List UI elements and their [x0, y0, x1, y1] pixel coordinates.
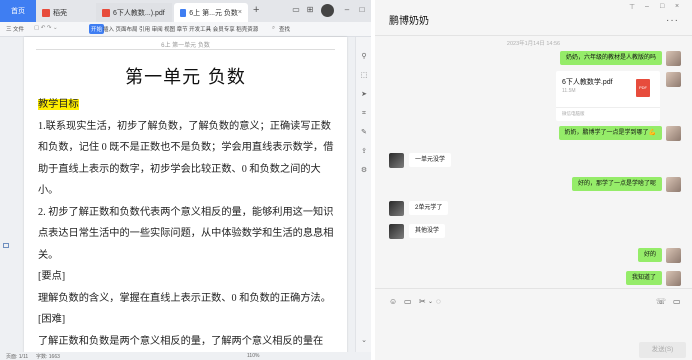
message-timestamp: 2023年1月14日 14:56	[506, 41, 561, 47]
contact-avatar[interactable]	[389, 224, 404, 239]
pointer-icon[interactable]: ➤	[360, 91, 368, 99]
more-options-icon[interactable]: ···	[666, 15, 679, 26]
screenshot-dropdown-icon[interactable]: ⌄	[428, 298, 433, 305]
ribbon-toolbar: 三 文件 ▢ ↶ ↷ ⌄ 开始 插入 页面布局 引用 审阅 视图 章节 开发工具…	[0, 22, 371, 37]
file-name: 6下人教数学.pdf	[562, 79, 613, 86]
file-size: 11.5M	[562, 88, 576, 94]
zoom-level[interactable]: 110%	[247, 353, 259, 359]
message-bubble[interactable]: 2单元学了	[409, 201, 449, 215]
file-source: 微信电脑版	[562, 111, 585, 116]
document-title: 第一单元 负数	[125, 67, 246, 88]
my-avatar[interactable]	[666, 126, 681, 141]
scissors-icon[interactable]: ✂	[419, 297, 426, 306]
minimize-icon[interactable]: –	[340, 3, 354, 17]
message-bubble[interactable]: 奶奶，六年级的教材是人教版的吗	[559, 51, 662, 65]
scroll-down-icon[interactable]: ⌄	[360, 337, 368, 345]
message-bubble[interactable]: 其他没学	[409, 224, 446, 238]
tab-current-doc[interactable]: 6上 第...元 负数 ×	[174, 3, 248, 22]
tab-pdf-doc-label: 6下人教数...).pdf	[113, 9, 165, 17]
paragraph-1: 1.联系现实生活，初步了解负数，了解负数的意义；正确读写正数和负数，记住 0 既…	[38, 120, 334, 197]
settings-icon[interactable]: ⚙	[360, 167, 368, 175]
close-tab-icon[interactable]: ×	[238, 9, 242, 16]
chat-window: ⊤ – □ × 鹏博奶奶 ··· 2023年1月14日 14:56 奶奶，六年级…	[375, 0, 692, 360]
file-message[interactable]: 6下人教数学.pdf 11.5M PDF 微信电脑版	[556, 71, 660, 121]
screen: 首页 稻壳 6下人教数...).pdf 6上 第...元 负数 × + ▭ ⊞ –…	[0, 0, 692, 360]
hard-text: 了解正数和负数是两个意义相反的量，了解两个意义相反的量在	[38, 335, 324, 347]
user-avatar[interactable]	[321, 4, 334, 17]
key-text: 理解负数的含义，掌握在直线上表示正数、0 和负数的正确方法。	[38, 292, 331, 304]
pdf-file-icon: PDF	[636, 79, 650, 97]
chat-title: 鹏博奶奶	[389, 16, 429, 27]
window-grid-icon[interactable]: ⊞	[303, 3, 317, 17]
message-bubble[interactable]: 奶奶，鹏博学了一点是学到哪了💪	[558, 126, 662, 140]
left-rail	[0, 37, 22, 355]
chat-header: ⊤ – □ × 鹏博奶奶 ···	[375, 0, 692, 36]
new-tab-button[interactable]: +	[253, 4, 259, 16]
search-label[interactable]: 查找	[279, 25, 290, 33]
folder-icon[interactable]: ▭	[404, 297, 412, 306]
pin-icon[interactable]: ⚲	[360, 53, 368, 61]
hard-label: [困难]	[38, 314, 66, 325]
emoji-icon[interactable]: ☺	[389, 297, 397, 306]
key-label: [要点]	[38, 271, 66, 282]
status-bar: 页面: 1/11 字数: 1663 110%	[0, 352, 371, 360]
document-body[interactable]: 教学目标 1.联系现实生活，初步了解负数，了解负数的意义；正确读写正数和负数，记…	[38, 94, 334, 352]
share-icon[interactable]: ⇪	[360, 148, 368, 156]
close-icon[interactable]: ×	[675, 3, 679, 10]
format-icon[interactable]: ⌗	[360, 110, 368, 118]
search-icon[interactable]: ⌕	[272, 25, 275, 32]
page-count: 页面: 1/11	[6, 354, 29, 360]
contact-avatar[interactable]	[389, 201, 404, 216]
daoke-icon	[42, 8, 50, 17]
tab-daoke-label: 稻壳	[53, 9, 67, 17]
my-avatar[interactable]	[666, 51, 681, 66]
paragraph-marker-icon[interactable]	[3, 243, 9, 248]
file-divider	[556, 107, 660, 108]
edit-icon[interactable]: ✎	[360, 129, 368, 137]
tab-pdf-doc[interactable]: 6下人教数...).pdf	[96, 3, 172, 22]
pin-window-icon[interactable]: ⊤	[629, 3, 635, 11]
maximize-icon[interactable]: □	[355, 3, 369, 17]
menu-items[interactable]: 插入 页面布局 引用 审阅 视图 章节 开发工具 会员专享 稻壳资源	[103, 25, 258, 33]
select-icon[interactable]: ⬚	[360, 72, 368, 80]
message-bubble[interactable]: 好的	[637, 248, 662, 262]
tab-home-label: 首页	[11, 8, 25, 15]
running-header: 6上 第一单元 负数	[161, 43, 210, 49]
minimize-icon[interactable]: –	[645, 3, 649, 10]
tab-current-doc-label: 6上 第...元 负数	[189, 9, 238, 17]
send-button[interactable]: 发送(S)	[639, 342, 686, 358]
my-avatar[interactable]	[666, 177, 681, 192]
paragraph-2: 2. 初步了解正数和负数代表两个意义相反的量，能够利用这一知识点表达日常生活中的…	[38, 206, 334, 261]
pdf-icon	[102, 8, 110, 17]
voice-call-icon[interactable]: ☏	[656, 297, 666, 306]
my-avatar[interactable]	[666, 248, 681, 263]
window-layout-icon[interactable]: ▭	[289, 3, 303, 17]
header-divider	[36, 49, 335, 50]
menu-start[interactable]: 开始	[89, 24, 105, 34]
section-heading: 教学目标	[38, 99, 79, 110]
message-bubble[interactable]: 一单元没学	[409, 153, 452, 167]
document-page[interactable]: 6上 第一单元 负数 第一单元 负数 教学目标 1.联系现实生活，初步了解负数，…	[24, 37, 347, 355]
video-call-icon[interactable]: ▭	[673, 297, 681, 306]
word-count: 字数: 1663	[36, 354, 60, 360]
word-icon	[180, 8, 187, 17]
chat-history-icon[interactable]: ◌	[436, 297, 441, 306]
input-area[interactable]: ☺ ▭ ✂ ⌄ ◌ ☏ ▭ 发送(S)	[375, 288, 692, 360]
message-bubble[interactable]: 好的，那学了一点是学啥了呢	[571, 177, 662, 191]
tab-daoke[interactable]: 稻壳	[36, 3, 94, 22]
file-menu[interactable]: 三 文件	[6, 25, 24, 33]
my-avatar[interactable]	[666, 271, 681, 286]
tab-home[interactable]: 首页	[0, 0, 36, 22]
maximize-icon[interactable]: □	[660, 3, 664, 10]
contact-avatar[interactable]	[389, 153, 404, 168]
wps-window: 首页 稻壳 6下人教数...).pdf 6上 第...元 负数 × + ▭ ⊞ –…	[0, 0, 371, 360]
side-tool-strip: ⚲ ⬚ ➤ ⌗ ✎ ⇪ ⚙ ⌄	[355, 37, 371, 352]
message-bubble[interactable]: 我知道了	[625, 271, 662, 285]
tab-bar: 首页 稻壳 6下人教数...).pdf 6上 第...元 负数 × + ▭ ⊞ –…	[0, 0, 371, 22]
my-avatar[interactable]	[666, 72, 681, 87]
quick-access-icons[interactable]: ▢ ↶ ↷ ⌄	[34, 25, 58, 31]
